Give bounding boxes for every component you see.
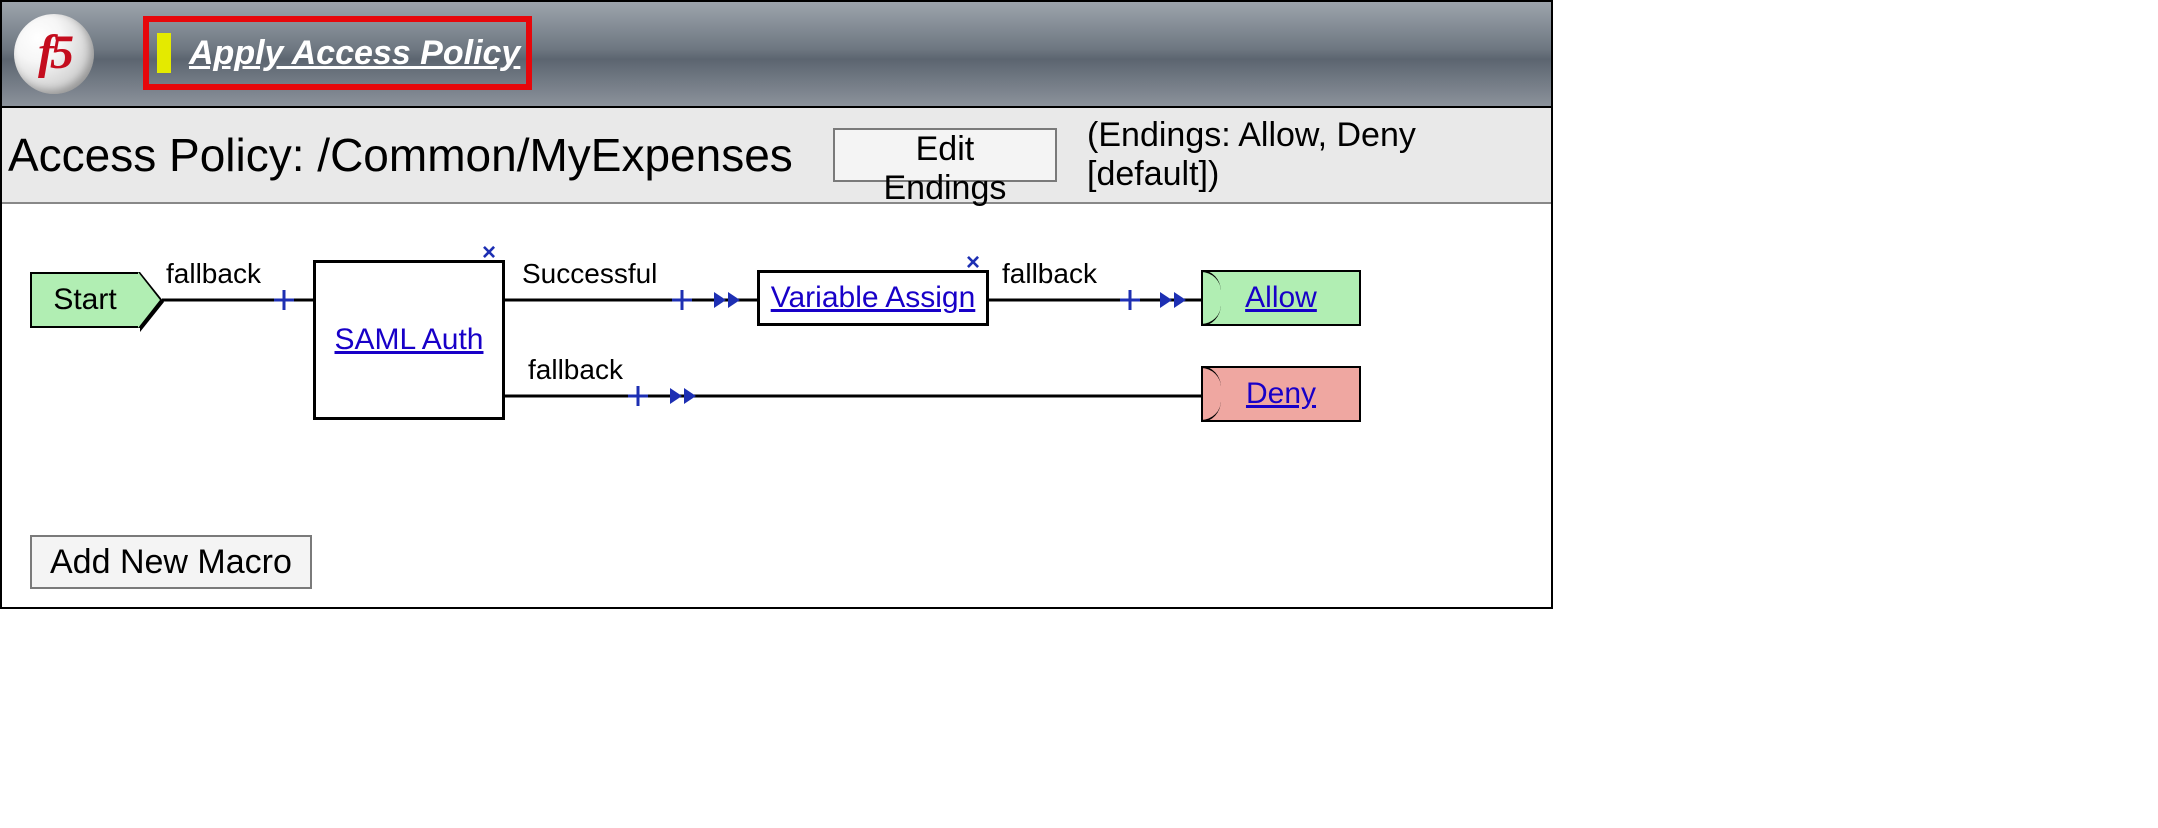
variable-assign-link[interactable]: Variable Assign bbox=[771, 281, 976, 315]
variable-assign-node[interactable]: × Variable Assign bbox=[757, 270, 989, 326]
edit-endings-button[interactable]: Edit Endings bbox=[833, 128, 1057, 182]
warning-bar-icon bbox=[157, 33, 171, 73]
f5-logo-text: f5 bbox=[38, 29, 70, 77]
top-bar: f5 Apply Access Policy bbox=[2, 2, 1551, 108]
branch-label-start-fallback: fallback bbox=[166, 258, 261, 290]
start-node[interactable]: Start bbox=[30, 272, 140, 328]
apply-access-policy-highlight: Apply Access Policy bbox=[143, 16, 532, 90]
saml-auth-link[interactable]: SAML Auth bbox=[335, 323, 484, 357]
saml-auth-node[interactable]: × SAML Auth bbox=[313, 260, 505, 420]
deny-link[interactable]: Deny bbox=[1246, 377, 1316, 411]
add-new-macro-button[interactable]: Add New Macro bbox=[30, 535, 312, 589]
deny-ending-node[interactable]: Deny bbox=[1201, 366, 1361, 422]
title-row: Access Policy: /Common/MyExpenses Edit E… bbox=[2, 108, 1551, 204]
apply-access-policy-link[interactable]: Apply Access Policy bbox=[189, 34, 520, 73]
branch-label-successful: Successful bbox=[522, 258, 657, 290]
page-title: Access Policy: /Common/MyExpenses bbox=[8, 128, 793, 182]
f5-logo: f5 bbox=[14, 14, 94, 94]
endings-summary: (Endings: Allow, Deny [default]) bbox=[1087, 116, 1551, 194]
close-icon[interactable]: × bbox=[482, 239, 496, 267]
close-icon[interactable]: × bbox=[966, 249, 980, 277]
branch-label-saml-fallback: fallback bbox=[528, 354, 623, 386]
allow-link[interactable]: Allow bbox=[1245, 281, 1317, 315]
start-node-label: Start bbox=[53, 283, 116, 317]
allow-ending-node[interactable]: Allow bbox=[1201, 270, 1361, 326]
branch-label-var-fallback: fallback bbox=[1002, 258, 1097, 290]
